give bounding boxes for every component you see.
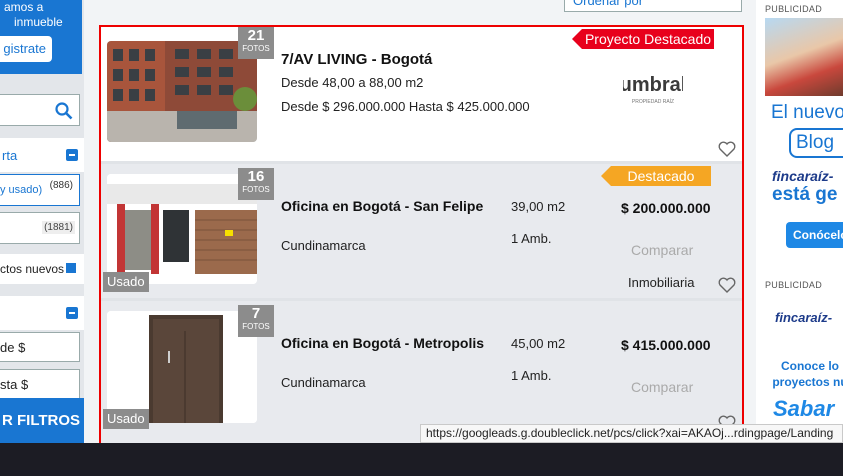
price-section-header[interactable]: [0, 296, 84, 330]
favorite-heart-icon[interactable]: [718, 141, 736, 157]
taskbar-strip: [0, 443, 843, 476]
listing-title[interactable]: 7/AV LIVING - Bogotá: [281, 51, 432, 68]
grid-icon: [66, 263, 76, 273]
ad-tagline: está ge: [772, 184, 838, 205]
publish-promo-banner: amos a inmueble gistrate: [0, 0, 82, 74]
listing-location: Cundinamarca: [281, 375, 366, 390]
link-status-url: https://googleads.g.doubleclick.net/pcs/…: [420, 424, 843, 443]
listing-location: Cundinamarca: [281, 238, 366, 253]
ads-column: PUBLICIDAD El nuevo Blog fincaraíz- está…: [756, 0, 843, 476]
ad-photo: [765, 18, 843, 96]
photo-count-badge: 7 FOTOS: [238, 305, 274, 337]
promo-line-2: inmueble: [14, 15, 63, 29]
register-button[interactable]: gistrate: [0, 36, 52, 62]
promo-line-1: amos a: [4, 0, 44, 14]
listing-photo[interactable]: [107, 41, 257, 142]
agency-logo[interactable]: umbral PROPIEDAD RAÍZ: [620, 61, 687, 111]
ad-headline: El nuevo: [771, 102, 843, 123]
logo-text: umbral: [623, 74, 683, 96]
listing-photo[interactable]: [107, 174, 257, 284]
photo-count: 7: [251, 305, 261, 322]
price-from-input[interactable]: de $: [0, 332, 80, 362]
photo-count: 21: [247, 27, 265, 44]
filters-sidebar: amos a inmueble gistrate rta y usado) (8…: [0, 0, 84, 476]
new-projects-label: ctos nuevos: [0, 262, 65, 276]
collapse-icon[interactable]: [66, 149, 78, 161]
listing-price: $ 415.000.000: [621, 337, 711, 353]
listing-price-range: Desde $ 296.000.000 Hasta $ 425.000.000: [281, 99, 530, 114]
ad-brand: fincaraíz-: [772, 168, 834, 184]
photo-count-badge: 21 FOTOS: [238, 27, 274, 59]
agency-name[interactable]: Inmobiliaria: [628, 275, 694, 290]
ad-label: PUBLICIDAD: [765, 4, 823, 14]
photo-count-badge: 16 FOTOS: [238, 168, 274, 200]
favorite-heart-icon[interactable]: [718, 277, 736, 293]
photo-count: 16: [247, 168, 265, 185]
listing-area: 45,00 m2: [511, 336, 566, 351]
photo-label: FOTOS: [242, 322, 270, 331]
listing-area: Desde 48,00 a 88,00 m2: [281, 75, 424, 90]
price-to-placeholder: sta $: [0, 377, 29, 392]
logo-subtext: PROPIEDAD RAÍZ: [632, 98, 674, 105]
collapse-icon[interactable]: [66, 307, 78, 319]
used-tag: Usado: [103, 272, 149, 292]
listing-photo[interactable]: [107, 311, 257, 423]
photo-label: FOTOS: [242, 44, 270, 53]
apply-filters-button[interactable]: R FILTROS: [0, 398, 84, 444]
listing-title[interactable]: Oficina en Bogotá - San Felipe: [281, 198, 483, 214]
offer-section-header[interactable]: rta: [0, 138, 84, 172]
listing-rooms: 1 Amb.: [511, 368, 552, 383]
filter-other-option[interactable]: (1881): [0, 212, 80, 244]
price-to-input[interactable]: sta $: [0, 369, 80, 399]
ad-logo: Sabar: [773, 396, 835, 421]
filter-used-option[interactable]: y usado) (886): [0, 174, 80, 206]
ad-brand: fincaraíz-: [775, 310, 833, 325]
filter-used-count: (886): [49, 180, 73, 191]
advertisement-banner[interactable]: fincaraíz- Conoce lo proyectos nu Sabar: [765, 296, 843, 436]
ad-blog-badge: Blog: [789, 128, 843, 158]
office-photo: [107, 174, 257, 284]
price-from-placeholder: de $: [0, 340, 26, 355]
ad-label: PUBLICIDAD: [765, 280, 823, 290]
advertisement-banner[interactable]: El nuevo Blog fincaraíz- está ge Conócel…: [765, 18, 843, 260]
listing-price: $ 200.000.000: [621, 200, 711, 216]
sort-select[interactable]: Ordenar por: [564, 0, 742, 12]
listing-title[interactable]: Oficina en Bogotá - Metropolis: [281, 335, 484, 351]
listing-area: 39,00 m2: [511, 199, 566, 214]
umbral-logo: umbral PROPIEDAD RAÍZ: [620, 74, 687, 105]
featured-ribbon: Destacado: [601, 166, 711, 186]
ad-text: Conoce lo proyectos nu: [772, 359, 843, 389]
offer-section-title: rta: [2, 148, 18, 163]
listings-container: 21 FOTOS 7/AV LIVING - Bogotá Desde 48,0…: [99, 25, 744, 450]
filter-used-label: y usado): [0, 184, 43, 196]
compare-button[interactable]: Comparar: [631, 242, 693, 258]
new-projects-option[interactable]: ctos nuevos: [0, 254, 84, 284]
listing-card[interactable]: 21 FOTOS 7/AV LIVING - Bogotá Desde 48,0…: [101, 27, 742, 164]
listing-rooms: 1 Amb.: [511, 231, 552, 246]
ad-cta-button[interactable]: Conócelo: [786, 222, 843, 248]
filter-other-count: (1881): [42, 221, 75, 234]
featured-project-ribbon: Proyecto Destacado: [572, 29, 714, 49]
compare-button[interactable]: Comparar: [631, 379, 693, 395]
door-photo: [107, 311, 257, 423]
building-photo: [107, 41, 257, 142]
search-icon[interactable]: [55, 102, 73, 120]
listing-card[interactable]: 16 FOTOS Usado Oficina en Bogotá - San F…: [101, 164, 742, 301]
used-tag: Usado: [103, 409, 149, 429]
sidebar-search-input[interactable]: [0, 94, 80, 126]
photo-label: FOTOS: [242, 185, 270, 194]
